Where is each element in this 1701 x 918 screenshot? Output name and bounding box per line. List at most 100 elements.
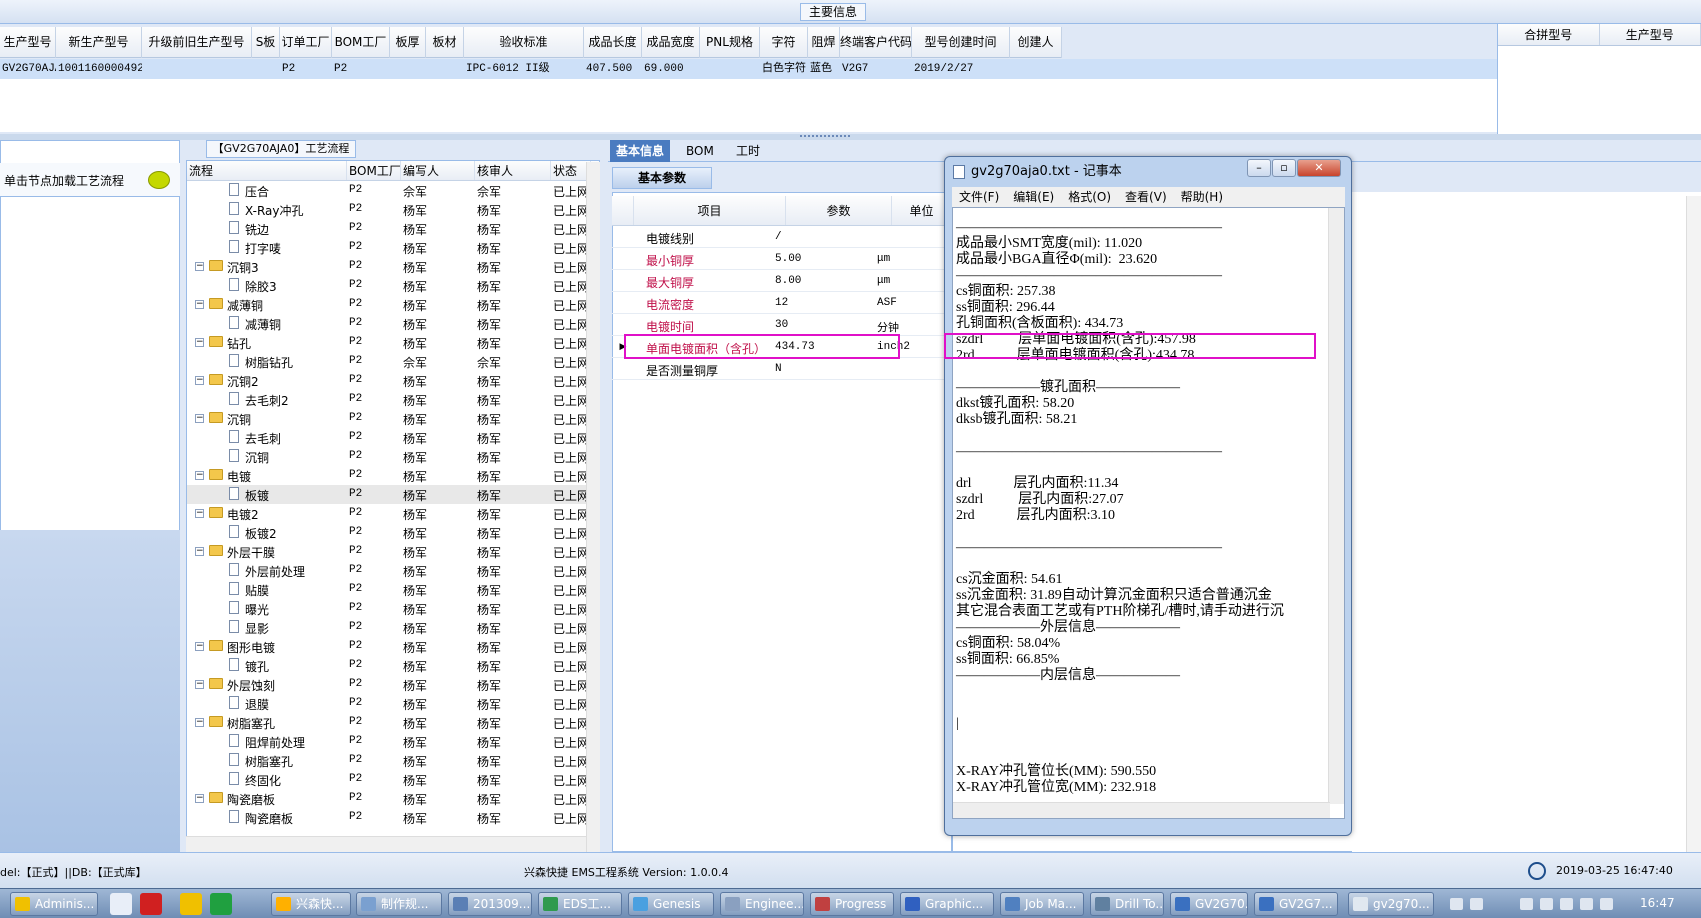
tree-row[interactable]: − 树脂塞孔 P2 杨军 杨军 已上网 xyxy=(187,713,589,732)
network-tray-icon[interactable] xyxy=(1520,898,1533,910)
tree-row[interactable]: 打字唛 P2 杨军 杨军 已上网 xyxy=(187,238,589,257)
main-col-header[interactable]: 新生产型号 xyxy=(56,27,142,58)
tree-row[interactable]: 沉铜 P2 杨军 杨军 已上网 xyxy=(187,447,589,466)
notepad-horizontal-scrollbar[interactable] xyxy=(953,802,1330,818)
tree-row[interactable]: 板镀2 P2 杨军 杨军 已上网 xyxy=(187,523,589,542)
notepad-menu-item[interactable]: 帮助(H) xyxy=(1174,187,1230,207)
main-col-header[interactable]: BOM工厂 xyxy=(332,27,390,58)
merge-col-header[interactable]: 生产型号 xyxy=(1600,24,1701,45)
tab-basic-params[interactable]: 基本参数 xyxy=(612,167,712,189)
taskbar-button[interactable]: GV2G7... xyxy=(1254,892,1338,916)
tree-row[interactable]: − 电镀2 P2 杨军 杨军 已上网 xyxy=(187,504,589,523)
tree-row[interactable]: 除胶3 P2 杨军 杨军 已上网 xyxy=(187,276,589,295)
tree-row[interactable]: 终固化 P2 杨军 杨军 已上网 xyxy=(187,770,589,789)
quick-launch-icon[interactable] xyxy=(140,893,162,915)
taskbar-button[interactable]: Graphic... xyxy=(900,892,994,916)
main-col-header[interactable]: 升级前旧生产型号 xyxy=(142,27,252,58)
param-row[interactable]: 最小铜厚 5.00 μm xyxy=(612,248,952,270)
tree-row[interactable]: X-Ray冲孔 P2 杨军 杨军 已上网 xyxy=(187,200,589,219)
collapse-toggle-icon[interactable]: − xyxy=(195,414,204,423)
tree-row[interactable]: 陶瓷磨板 P2 杨军 杨军 已上网 xyxy=(187,808,589,827)
tree-vertical-scrollbar[interactable] xyxy=(586,162,600,852)
taskbar-button[interactable]: 兴森快... xyxy=(271,892,351,916)
notepad-vertical-scrollbar[interactable] xyxy=(1328,208,1344,804)
notepad-menu-item[interactable]: 文件(F) xyxy=(952,187,1006,207)
tree-row[interactable]: − 减薄铜 P2 杨军 杨军 已上网 xyxy=(187,295,589,314)
main-col-header[interactable]: 验收标准 xyxy=(464,27,584,58)
security-tray-icon[interactable] xyxy=(1540,898,1553,910)
tree-row[interactable]: − 陶瓷磨板 P2 杨军 杨军 已上网 xyxy=(187,789,589,808)
tree-row[interactable]: − 沉铜2 P2 杨军 杨军 已上网 xyxy=(187,371,589,390)
right-pane-scrollbar[interactable] xyxy=(1686,196,1701,852)
collapse-toggle-icon[interactable]: − xyxy=(195,680,204,689)
taskbar-button[interactable]: Adminis... xyxy=(10,892,98,916)
tree-row[interactable]: 退膜 P2 杨军 杨军 已上网 xyxy=(187,694,589,713)
collapse-toggle-icon[interactable]: − xyxy=(195,718,204,727)
notepad-menu-item[interactable]: 编辑(E) xyxy=(1006,187,1061,207)
close-button[interactable]: ✕ xyxy=(1297,159,1341,177)
collapse-toggle-icon[interactable]: − xyxy=(195,642,204,651)
quick-launch-icon[interactable] xyxy=(110,893,132,915)
tab-hours[interactable]: 工时 xyxy=(730,140,766,162)
param-row[interactable]: 电镀时间 30 分钟 xyxy=(612,314,952,336)
tree-row[interactable]: 压合 P2 佘军 佘军 已上网 xyxy=(187,181,589,200)
maximize-button[interactable]: ▫ xyxy=(1272,159,1296,177)
tree-row[interactable]: 去毛刺2 P2 杨军 杨军 已上网 xyxy=(187,390,589,409)
tree-row[interactable]: 树脂钻孔 P2 佘军 佘军 已上网 xyxy=(187,352,589,371)
param-value[interactable]: 30 xyxy=(775,319,788,331)
notepad-menu-item[interactable]: 格式(O) xyxy=(1061,187,1118,207)
collapse-toggle-icon[interactable]: − xyxy=(195,471,204,480)
tree-row[interactable]: 镀孔 P2 杨军 杨军 已上网 xyxy=(187,656,589,675)
notepad-text-area[interactable]: ——————————————————— 成品最小SMT宽度(mil): 11.02… xyxy=(952,207,1345,819)
taskbar-button[interactable]: gv2g70... xyxy=(1348,892,1434,916)
param-col-header[interactable]: 单位 xyxy=(892,196,952,225)
quick-launch-icon[interactable] xyxy=(210,893,232,915)
taskbar-button[interactable]: 制作规... xyxy=(356,892,442,916)
tab-bom[interactable]: BOM xyxy=(680,140,720,162)
collapse-toggle-icon[interactable]: − xyxy=(195,547,204,556)
main-col-header[interactable]: 阻焊 xyxy=(808,27,840,58)
tree-row[interactable]: 去毛刺 P2 杨军 杨军 已上网 xyxy=(187,428,589,447)
tree-row[interactable]: 外层前处理 P2 杨军 杨军 已上网 xyxy=(187,561,589,580)
collapse-toggle-icon[interactable]: − xyxy=(195,509,204,518)
tree-row[interactable]: 曝光 P2 杨军 杨军 已上网 xyxy=(187,599,589,618)
param-value[interactable]: 5.00 xyxy=(775,253,801,265)
param-row[interactable]: 电流密度 12 ASF xyxy=(612,292,952,314)
taskbar-button[interactable]: Enginee... xyxy=(720,892,804,916)
minimize-button[interactable]: – xyxy=(1247,159,1271,177)
tree-row[interactable]: 树脂塞孔 P2 杨军 杨军 已上网 xyxy=(187,751,589,770)
main-col-header[interactable]: 成品长度 xyxy=(584,27,642,58)
tree-row[interactable]: − 沉铜 P2 杨军 杨军 已上网 xyxy=(187,409,589,428)
tree-row[interactable]: − 沉铜3 P2 杨军 杨军 已上网 xyxy=(187,257,589,276)
taskbar-button[interactable]: Drill To... xyxy=(1090,892,1164,916)
main-col-header[interactable]: 成品宽度 xyxy=(642,27,700,58)
tree-row[interactable]: − 图形电镀 P2 杨军 杨军 已上网 xyxy=(187,637,589,656)
main-col-header[interactable]: 订单工厂 xyxy=(280,27,332,58)
main-col-header[interactable]: PNL规格 xyxy=(700,27,760,58)
collapse-toggle-icon[interactable]: − xyxy=(195,338,204,347)
tray-icon[interactable] xyxy=(1470,898,1483,910)
keyboard-tray-icon[interactable] xyxy=(1450,898,1463,910)
param-col-header[interactable]: 参数 xyxy=(786,196,892,225)
param-col-header[interactable]: 项目 xyxy=(634,196,786,225)
taskbar-clock[interactable]: 16:47 xyxy=(1640,896,1675,910)
process-tree[interactable]: 流程 BOM工厂 编写人 核审人 状态 压合 P2 佘军 佘军 已上网 X-Ray冲孔 P2 杨军 杨军… xyxy=(186,160,600,852)
param-value[interactable]: N xyxy=(775,363,782,375)
main-col-header[interactable]: 字符 xyxy=(760,27,808,58)
collapse-toggle-icon[interactable]: − xyxy=(195,794,204,803)
param-value[interactable]: / xyxy=(775,231,782,243)
taskbar-button[interactable]: 201309... xyxy=(448,892,532,916)
tree-horizontal-scrollbar[interactable] xyxy=(186,836,586,852)
merge-col-header[interactable]: 合拼型号 xyxy=(1498,24,1600,45)
param-col-header[interactable] xyxy=(612,196,634,225)
taskbar-button[interactable]: Progress xyxy=(810,892,894,916)
main-col-header[interactable]: S板 xyxy=(252,27,280,58)
taskbar-button[interactable]: Genesis xyxy=(628,892,714,916)
collapse-toggle-icon[interactable]: − xyxy=(195,262,204,271)
param-row[interactable]: 电镀线别 / xyxy=(612,226,952,248)
main-col-header[interactable]: 板材 xyxy=(426,27,464,58)
tree-row[interactable]: − 钻孔 P2 杨军 杨军 已上网 xyxy=(187,333,589,352)
main-col-header[interactable]: 终端客户代码 xyxy=(840,27,912,58)
main-col-header[interactable]: 创建人 xyxy=(1010,27,1062,58)
volume-tray-icon[interactable] xyxy=(1580,898,1593,910)
